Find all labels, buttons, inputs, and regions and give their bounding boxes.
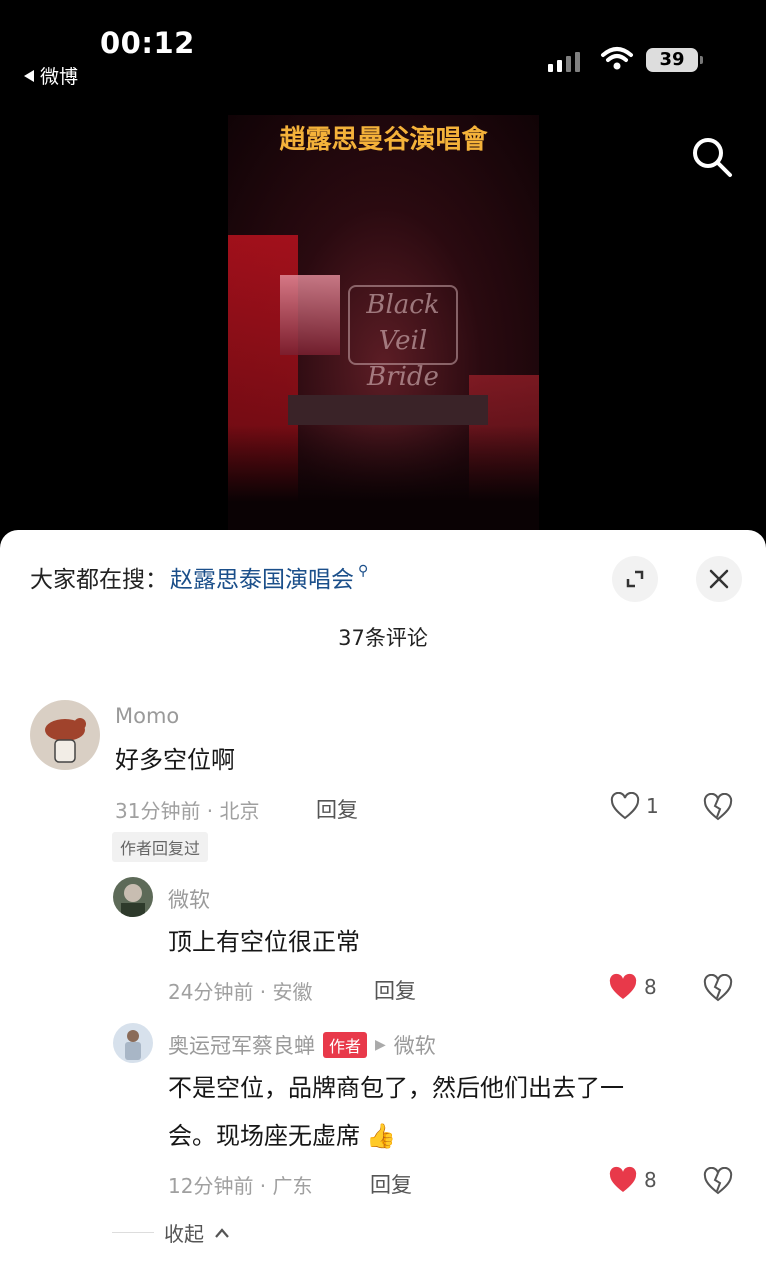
reply-button[interactable]: 回复	[316, 794, 358, 824]
comment-time-location: 12分钟前 · 广东	[168, 1174, 313, 1198]
battery-icon: 39	[646, 48, 703, 72]
search-icon[interactable]	[690, 135, 734, 179]
comment-text-line: 不是空位，品牌商包了，然后他们出去了一	[168, 1074, 624, 1102]
comment-text: 好多空位啊	[115, 746, 235, 774]
back-app-label: 微博	[40, 66, 79, 88]
heart-filled-icon	[609, 1166, 637, 1192]
chevron-up-icon	[215, 1227, 229, 1238]
avatar-image	[125, 1030, 141, 1060]
author-badge: 作者	[323, 1032, 368, 1058]
reply-to-username[interactable]: 微软	[394, 1030, 436, 1060]
stage-screen	[280, 275, 340, 355]
close-icon	[709, 569, 729, 589]
stage-logo: Black Veil Bride	[348, 285, 458, 392]
divider	[112, 1232, 154, 1233]
comment-text-line: 会。现场座无虚席	[168, 1122, 360, 1150]
like-count: 8	[644, 975, 657, 999]
reply-button[interactable]: 回复	[374, 975, 416, 1005]
hot-search-bar[interactable]: 大家都在搜： 赵露思泰国演唱会 ⚲	[30, 560, 368, 594]
comment-text: 顶上有空位很正常	[168, 928, 360, 956]
like-count: 1	[646, 794, 659, 818]
cellular-signal-icon	[548, 52, 580, 72]
heart-outline-icon	[610, 792, 640, 820]
comment-count: 37条评论	[338, 626, 428, 650]
status-time: 00:12	[100, 26, 195, 60]
comment-time-location: 24分钟前 · 安徽	[168, 980, 313, 1004]
broken-heart-icon[interactable]	[703, 1167, 733, 1195]
expand-icon	[626, 570, 644, 588]
back-to-app-button[interactable]: 微博	[24, 62, 78, 89]
author-replied-badge: 作者回复过	[112, 832, 209, 862]
collapse-replies-button[interactable]: 收起	[112, 1218, 230, 1247]
like-count: 8	[644, 1168, 657, 1192]
comment-username[interactable]: 微软	[168, 884, 210, 914]
back-arrow-icon	[24, 69, 34, 82]
avatar-image	[45, 718, 86, 763]
heart-filled-icon	[609, 973, 637, 999]
thumbs-up-icon: 👍	[366, 1122, 396, 1150]
comment-username[interactable]: 奥运冠军蔡良蝉	[168, 1030, 315, 1060]
avatar[interactable]	[113, 877, 153, 917]
video-caption: 趙露思曼谷演唱會	[279, 125, 488, 155]
collapse-label: 收起	[164, 1222, 204, 1246]
avatar[interactable]	[113, 1023, 153, 1063]
avatar[interactable]	[30, 700, 100, 770]
comment-sheet: 大家都在搜： 赵露思泰国演唱会 ⚲ 37条评论 Momo 好多空位啊 31分钟前…	[0, 530, 766, 1280]
hot-search-term[interactable]: 赵露思泰国演唱会	[170, 560, 354, 594]
crowd	[228, 425, 539, 535]
like-button[interactable]: 8	[608, 1166, 657, 1194]
reply-button[interactable]: 回复	[370, 1169, 412, 1199]
comment-username[interactable]: Momo	[115, 704, 179, 728]
like-button[interactable]: 1	[610, 792, 659, 820]
like-button[interactable]: 8	[608, 973, 657, 1001]
close-button[interactable]	[696, 556, 742, 602]
stage	[288, 395, 488, 425]
expand-button[interactable]	[612, 556, 658, 602]
comment-header: 奥运冠军蔡良蝉 作者 ▶ 微软	[168, 1030, 436, 1060]
broken-heart-icon[interactable]	[703, 974, 733, 1002]
comment-text-line-2: 会。现场座无虚席 👍	[168, 1114, 396, 1158]
video-player[interactable]: Black Veil Bride 趙露思曼谷演唱會	[228, 115, 539, 535]
wifi-icon	[601, 47, 633, 70]
broken-heart-icon[interactable]	[703, 793, 733, 821]
hot-search-prefix: 大家都在搜：	[30, 567, 168, 593]
search-icon: ⚲	[358, 563, 369, 579]
reply-arrow-icon: ▶	[375, 1037, 386, 1053]
status-bar: 00:12 微博 39	[0, 0, 766, 100]
avatar-image	[121, 884, 145, 917]
comment-time-location: 31分钟前 · 北京	[115, 799, 260, 823]
